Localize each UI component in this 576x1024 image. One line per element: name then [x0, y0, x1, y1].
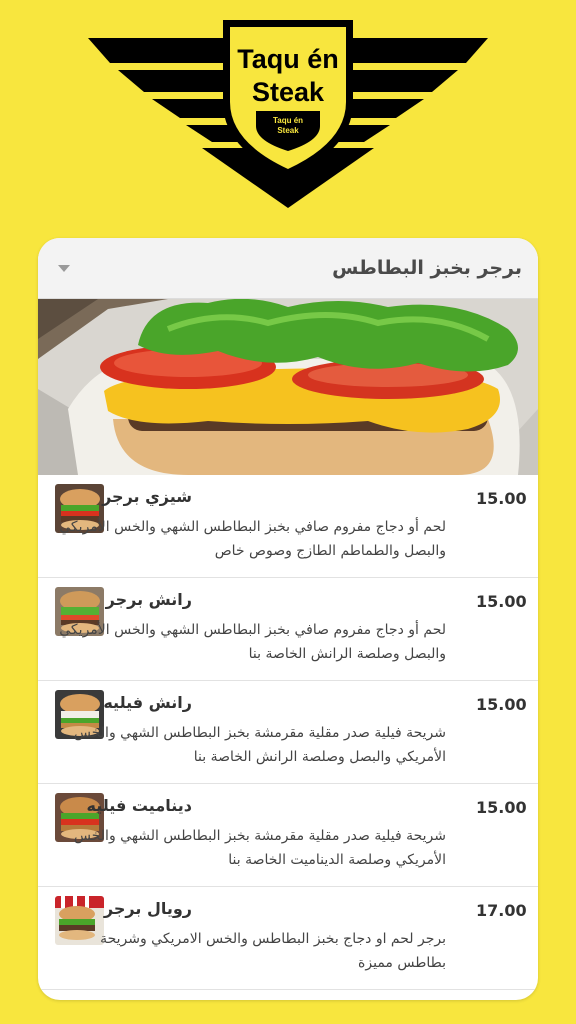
list-item[interactable]: 17.00 رويال برجر برجر لحم او دجاج بخبز ا…	[38, 887, 538, 990]
menu-card: برجر بخبز البطاطس 15.00 شيزي برجر لحم أو…	[38, 238, 538, 1000]
item-price: 15.00	[476, 489, 527, 508]
item-description: لحم أو دجاج مفروم صافي بخبز البطاطس الشه…	[59, 519, 446, 559]
list-item[interactable]: 15.00 رانش برجر لحم أو دجاج مفروم صافي ب…	[38, 578, 538, 681]
item-description: لحم أو دجاج مفروم صافي بخبز البطاطس الشه…	[59, 622, 446, 662]
brand-name-line1: Taqu én	[237, 44, 339, 74]
item-price: 15.00	[476, 695, 527, 714]
item-description: شريحة فيلية صدر مقلية مقرمشة بخبز البطاط…	[73, 725, 446, 765]
item-name: شيزي برجر	[102, 487, 192, 506]
item-name: رانش برجر	[105, 590, 192, 609]
category-header[interactable]: برجر بخبز البطاطس	[38, 238, 538, 299]
item-price: 15.00	[476, 798, 527, 817]
chevron-down-icon[interactable]	[58, 264, 70, 272]
badge-line1: Taqu én	[273, 116, 303, 125]
list-item[interactable]: 15.00 ديناميت فيليه شريحة فيلية صدر مقلي…	[38, 784, 538, 887]
badge-line2: Steak	[277, 126, 299, 135]
item-description: شريحة فيلية صدر مقلية مقرمشة بخبز البطاط…	[73, 828, 446, 868]
item-name: ديناميت فيليه	[86, 796, 192, 815]
brand-logo: Taqu én Steak Taqu én Steak	[88, 20, 488, 208]
item-name: رانش فيليه	[103, 693, 192, 712]
brand-name-line2: Steak	[252, 77, 325, 107]
item-price: 15.00	[476, 592, 527, 611]
item-description: برجر لحم او دجاج بخبز البطاطس والخس الام…	[100, 931, 446, 971]
category-banner-image	[38, 299, 538, 475]
list-item[interactable]: 15.00 رانش فيليه شريحة فيلية صدر مقلية م…	[38, 681, 538, 784]
item-price: 17.00	[476, 901, 527, 920]
list-item[interactable]: 15.00 شيزي برجر لحم أو دجاج مفروم صافي ب…	[38, 475, 538, 578]
category-title: برجر بخبز البطاطس	[332, 257, 522, 279]
item-name: رويال برجر	[103, 899, 192, 918]
